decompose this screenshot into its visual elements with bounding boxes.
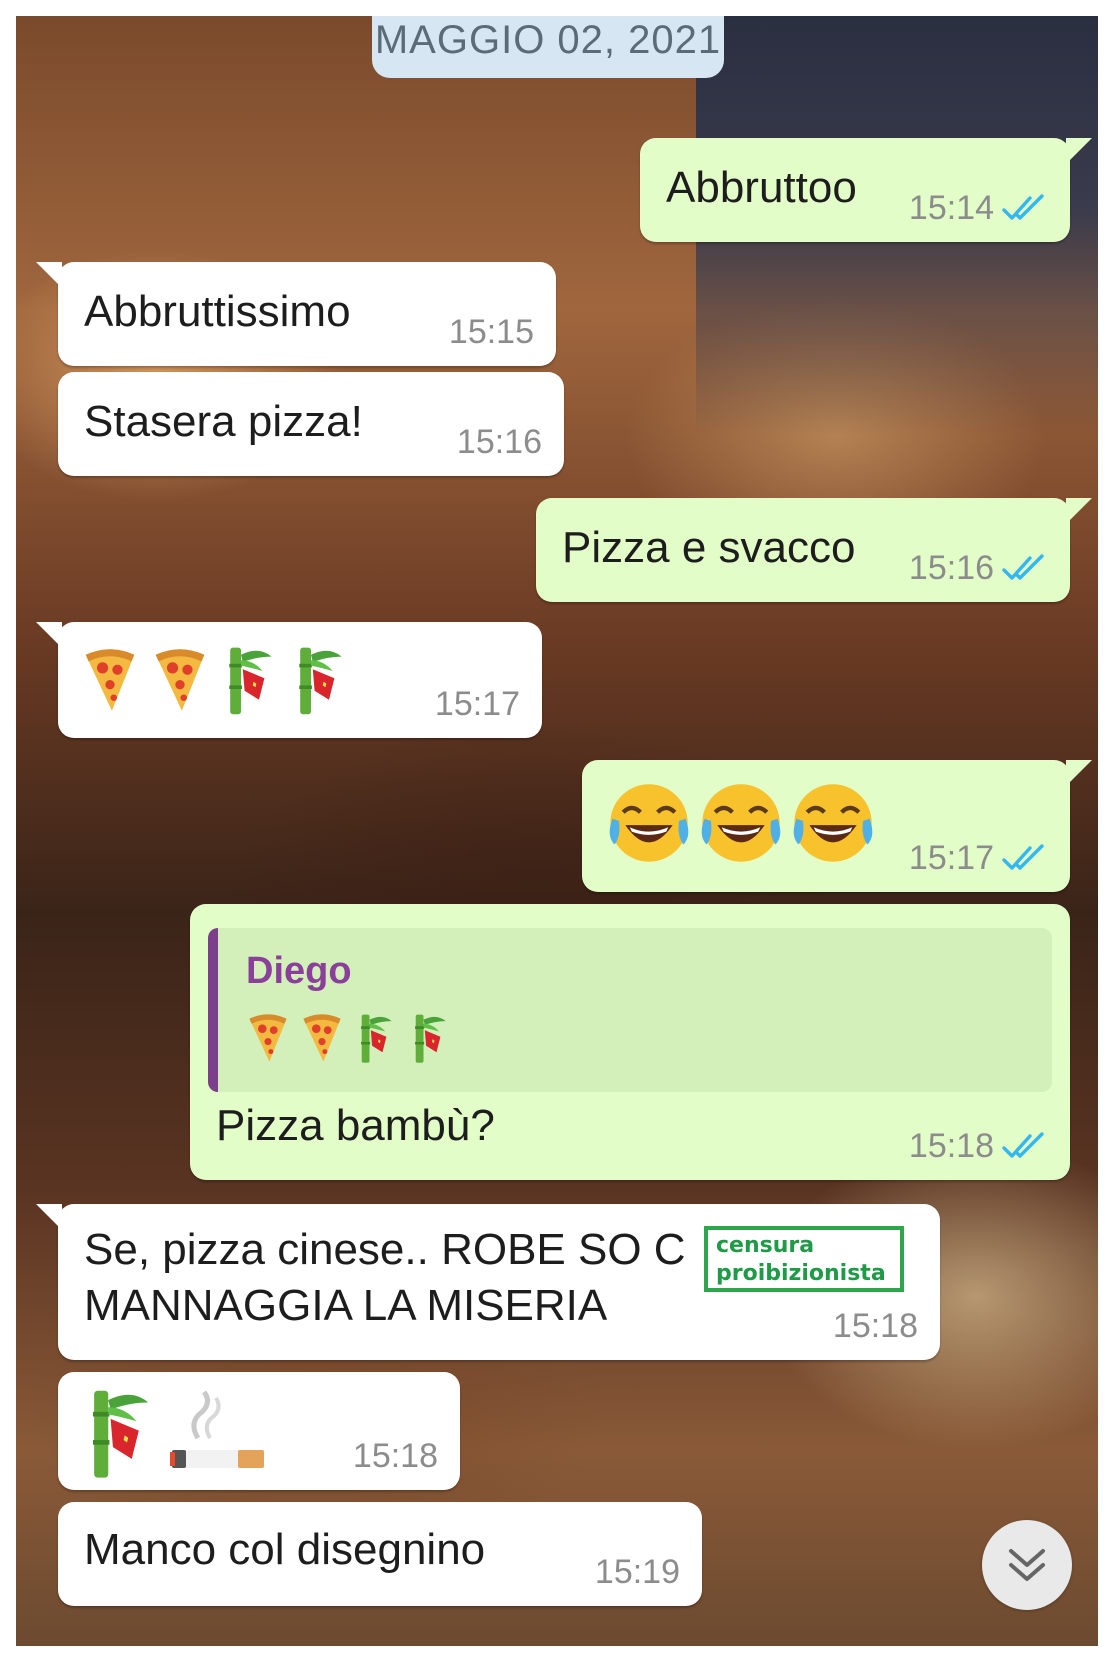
pizza-icon bbox=[300, 1013, 344, 1063]
message-time: 15:14 bbox=[908, 189, 994, 227]
message-time: 15:16 bbox=[456, 423, 542, 461]
message-bubble-incoming[interactable]: Abbruttissimo 15:15 bbox=[36, 262, 556, 366]
censor-line2: proibizionista bbox=[716, 1261, 886, 1286]
laughing-face-icon bbox=[698, 780, 784, 866]
cigarette-icon bbox=[168, 1388, 268, 1478]
message-bubble-incoming[interactable]: Manco col disegnino 15:19 bbox=[58, 1502, 702, 1606]
message-meta: 15:19 bbox=[595, 1553, 680, 1592]
scroll-to-bottom-button[interactable] bbox=[982, 1520, 1072, 1610]
message-time: 15:18 bbox=[908, 1127, 994, 1165]
emoji-row bbox=[82, 644, 348, 716]
bamboo-icon bbox=[222, 644, 278, 716]
message-meta: 15:17 bbox=[909, 839, 1048, 878]
message-meta: 15:18 bbox=[833, 1307, 918, 1346]
quoted-message[interactable]: Diego bbox=[208, 928, 1052, 1092]
censor-label: censura proibizionista bbox=[704, 1226, 904, 1292]
message-bubble-outgoing[interactable]: 15:17 bbox=[582, 760, 1092, 892]
message-bubble-outgoing[interactable]: Pizza e svacco 15:16 bbox=[536, 498, 1092, 602]
message-meta: 15:17 bbox=[435, 685, 520, 724]
laughing-face-icon bbox=[790, 780, 876, 866]
double-check-icon bbox=[1002, 844, 1048, 874]
date-chip: MAGGIO 02, 2021 bbox=[372, 16, 724, 78]
message-bubble-outgoing-reply[interactable]: Diego Pizza bambù? 15:18 bbox=[190, 904, 1070, 1180]
message-meta: 15:18 bbox=[909, 1127, 1048, 1166]
date-label: MAGGIO 02, 2021 bbox=[374, 18, 722, 62]
message-meta: 15:16 bbox=[909, 549, 1048, 588]
message-text: Abbruttoo bbox=[666, 163, 857, 212]
message-text: Abbruttissimo bbox=[84, 287, 351, 336]
quote-author: Diego bbox=[246, 950, 352, 992]
double-check-icon bbox=[1002, 194, 1048, 224]
message-meta: 15:14 bbox=[909, 189, 1048, 228]
pizza-icon bbox=[82, 646, 138, 714]
message-bubble-outgoing[interactable]: Abbruttoo 15:14 bbox=[640, 138, 1092, 242]
message-meta: 15:15 bbox=[449, 313, 534, 352]
quote-bar bbox=[208, 928, 218, 1092]
quote-emoji-row bbox=[246, 1012, 452, 1064]
double-chevron-down-icon bbox=[1009, 1549, 1045, 1581]
message-time: 15:16 bbox=[908, 549, 994, 587]
message-text: Pizza bambù? bbox=[216, 1101, 495, 1150]
message-bubble-incoming[interactable]: 15:18 bbox=[58, 1372, 460, 1490]
bamboo-icon bbox=[408, 1012, 452, 1064]
message-time: 15:17 bbox=[434, 685, 520, 723]
message-bubble-incoming[interactable]: Stasera pizza! 15:16 bbox=[58, 372, 564, 476]
bamboo-icon bbox=[354, 1012, 398, 1064]
pizza-icon bbox=[246, 1013, 290, 1063]
message-text: Manco col disegnino bbox=[84, 1525, 486, 1574]
chat-background: MAGGIO 02, 2021 Abbruttoo 15:14 Abbrutti… bbox=[16, 16, 1098, 1646]
message-meta: 15:18 bbox=[353, 1437, 438, 1476]
pizza-icon bbox=[152, 646, 208, 714]
censor-line1: censura bbox=[716, 1233, 815, 1258]
message-time: 15:15 bbox=[448, 313, 534, 351]
message-time: 15:18 bbox=[832, 1307, 918, 1345]
message-text-line2: MANNAGGIA LA MISERIA bbox=[84, 1281, 608, 1330]
message-meta: 15:16 bbox=[457, 423, 542, 462]
message-time: 15:17 bbox=[908, 839, 994, 877]
message-text-line1: Se, pizza cinese.. ROBE SO C bbox=[84, 1225, 686, 1274]
emoji-row bbox=[82, 1386, 268, 1480]
message-time: 15:19 bbox=[594, 1553, 680, 1591]
message-bubble-incoming[interactable]: 15:17 bbox=[36, 622, 542, 738]
bamboo-icon bbox=[82, 1386, 158, 1480]
message-time: 15:18 bbox=[352, 1437, 438, 1475]
double-check-icon bbox=[1002, 1132, 1048, 1162]
message-text: Pizza e svacco bbox=[562, 523, 856, 572]
double-check-icon bbox=[1002, 554, 1048, 584]
emoji-row bbox=[606, 780, 876, 866]
message-text: Stasera pizza! bbox=[84, 397, 363, 446]
bamboo-icon bbox=[292, 644, 348, 716]
laughing-face-icon bbox=[606, 780, 692, 866]
